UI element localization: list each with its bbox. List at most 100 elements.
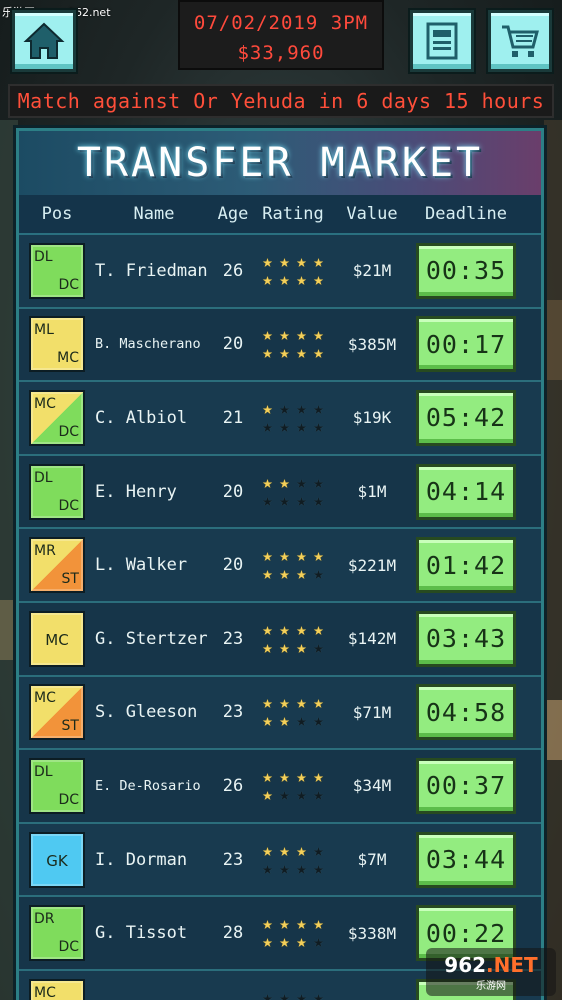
position-secondary: DC — [58, 276, 79, 293]
player-name: L. Walker — [95, 555, 188, 576]
header-rating[interactable]: Rating — [253, 204, 333, 224]
home-button[interactable] — [12, 10, 76, 72]
star-empty-icon: ★ — [313, 711, 324, 732]
game-date: 07/02/2019 3PM — [193, 12, 369, 34]
star-filled-icon: ★ — [296, 343, 307, 364]
star-empty-icon: ★ — [313, 398, 324, 419]
star-empty-icon: ★ — [313, 987, 324, 1000]
player-row[interactable]: DL DC E. Henry 20 ★ ★ ★ ★ ★ ★ ★ ★ $1M 04:14 — [19, 455, 541, 530]
player-value: $19K — [352, 408, 392, 428]
star-filled-icon: ★ — [296, 325, 307, 346]
watermark-logo: 962.NET 乐游网 — [426, 948, 556, 996]
player-list: DL DC T. Friedman 26 ★ ★ ★ ★ ★ ★ ★ ★ $21M 00:35… — [19, 235, 541, 1000]
star-filled-icon: ★ — [262, 637, 273, 658]
deadline-timer-button[interactable]: 00:35 — [416, 242, 516, 299]
header-deadline[interactable]: Deadline — [411, 204, 521, 224]
player-row[interactable]: ML MC B. Mascherano 20 ★ ★ ★ ★ ★ ★ ★ ★ $385M 00… — [19, 308, 541, 383]
star-filled-icon: ★ — [262, 619, 273, 640]
cart-button[interactable] — [488, 10, 552, 72]
position-secondary: DC — [58, 497, 79, 514]
player-row[interactable]: DL DC E. De-Rosario 26 ★ ★ ★ ★ ★ ★ ★ ★ $34M 00:… — [19, 750, 541, 824]
star-filled-icon: ★ — [296, 251, 307, 272]
deadline-timer-button[interactable]: 00:17 — [416, 316, 516, 373]
star-filled-icon: ★ — [279, 693, 290, 714]
player-name: C. Albiol — [95, 407, 188, 428]
star-empty-icon: ★ — [296, 858, 307, 879]
player-value: $1M — [357, 482, 387, 502]
deadline-timer-button[interactable]: 04:58 — [416, 684, 516, 741]
star-empty-icon: ★ — [296, 711, 307, 732]
star-filled-icon: ★ — [262, 914, 273, 935]
position-primary: DL — [34, 248, 53, 265]
player-age: 23 — [222, 628, 244, 649]
star-empty-icon: ★ — [279, 858, 290, 879]
star-filled-icon: ★ — [262, 398, 273, 419]
panel-title: TRANSFER MARKET — [19, 131, 541, 195]
player-name: T. Friedman — [95, 260, 208, 281]
star-filled-icon: ★ — [313, 343, 324, 364]
player-row[interactable]: MR ST L. Walker 20 ★ ★ ★ ★ ★ ★ ★ ★ $221M 01:42 — [19, 529, 541, 603]
header-age[interactable]: Age — [213, 204, 253, 224]
player-row[interactable]: MC ST S. Gleeson 23 ★ ★ ★ ★ ★ ★ ★ ★ $71M 04:58 — [19, 676, 541, 751]
newspaper-icon — [426, 22, 458, 60]
star-filled-icon: ★ — [279, 914, 290, 935]
deadline-timer-button[interactable]: 03:44 — [416, 831, 516, 888]
star-filled-icon: ★ — [279, 343, 290, 364]
header-name[interactable]: Name — [95, 204, 213, 224]
match-ticker: Match against Or Yehuda in 6 days 15 hou… — [8, 84, 554, 118]
star-filled-icon: ★ — [279, 637, 290, 658]
player-age: 26 — [222, 260, 244, 281]
watermark-logo-text: 962.NET — [444, 952, 538, 977]
deadline-timer-button[interactable]: 03:43 — [416, 610, 516, 667]
position-secondary: ST — [61, 718, 79, 735]
rating-stars: ★★★★★★★★ — [260, 253, 327, 289]
deadline-timer-button[interactable]: 01:42 — [416, 537, 516, 594]
player-age: 20 — [222, 334, 244, 355]
star-empty-icon: ★ — [313, 840, 324, 861]
deadline-timer-button[interactable]: 00:37 — [416, 757, 516, 814]
star-empty-icon: ★ — [262, 490, 273, 511]
star-filled-icon: ★ — [279, 840, 290, 861]
transfer-market-panel: TRANSFER MARKET Pos Name Age Rating Valu… — [16, 128, 544, 1000]
star-empty-icon: ★ — [296, 784, 307, 805]
position-primary: DL — [34, 469, 53, 486]
star-empty-icon: ★ — [296, 472, 307, 493]
position-badge: DL DC — [29, 757, 85, 814]
player-value: $34M — [352, 776, 392, 796]
rating-stars: ★★★★★★★★ — [260, 474, 327, 510]
star-empty-icon: ★ — [279, 987, 290, 1000]
star-filled-icon: ★ — [262, 766, 273, 787]
news-button[interactable] — [410, 10, 474, 72]
rating-stars: ★★★★★★★★ — [260, 842, 327, 878]
rating-stars: ★★★★★★★★ — [260, 768, 327, 804]
header-pos[interactable]: Pos — [19, 204, 95, 224]
rating-stars: ★★★★★★★★ — [260, 694, 327, 730]
player-value: $221M — [347, 555, 397, 575]
header-value[interactable]: Value — [333, 204, 411, 224]
position-secondary: ST — [61, 571, 79, 588]
star-empty-icon: ★ — [279, 416, 290, 437]
star-filled-icon: ★ — [279, 564, 290, 585]
player-row[interactable]: DL DC T. Friedman 26 ★ ★ ★ ★ ★ ★ ★ ★ $21M 00:35 — [19, 235, 541, 309]
position-badge: MR ST — [29, 537, 85, 594]
player-value: $142M — [347, 629, 397, 649]
star-filled-icon: ★ — [296, 546, 307, 567]
position-badge: MC ST — [29, 684, 85, 741]
money-balance: $33,960 — [237, 42, 325, 64]
deadline-timer-button[interactable]: 04:14 — [416, 463, 516, 520]
player-name: S. Gleeson — [95, 702, 198, 723]
star-empty-icon: ★ — [262, 858, 273, 879]
star-filled-icon: ★ — [262, 343, 273, 364]
player-row[interactable]: MC DC C. Albiol 21 ★ ★ ★ ★ ★ ★ ★ ★ $19K 05:42 — [19, 382, 541, 456]
player-value: $71M — [352, 702, 392, 722]
position-badge: DL DC — [29, 242, 85, 299]
star-filled-icon: ★ — [262, 564, 273, 585]
player-row[interactable]: GK I. Dorman 23 ★ ★ ★ ★ ★ ★ ★ ★ $7M 03:44 — [19, 823, 541, 898]
star-filled-icon: ★ — [296, 766, 307, 787]
star-empty-icon: ★ — [313, 416, 324, 437]
position-primary: MC — [34, 690, 56, 707]
position-secondary: MC — [57, 350, 79, 367]
player-value: $21M — [352, 261, 392, 281]
player-row[interactable]: MC G. Stertzer 23 ★ ★ ★ ★ ★ ★ ★ ★ $142M 03:43 — [19, 602, 541, 677]
deadline-timer-button[interactable]: 05:42 — [416, 389, 516, 446]
